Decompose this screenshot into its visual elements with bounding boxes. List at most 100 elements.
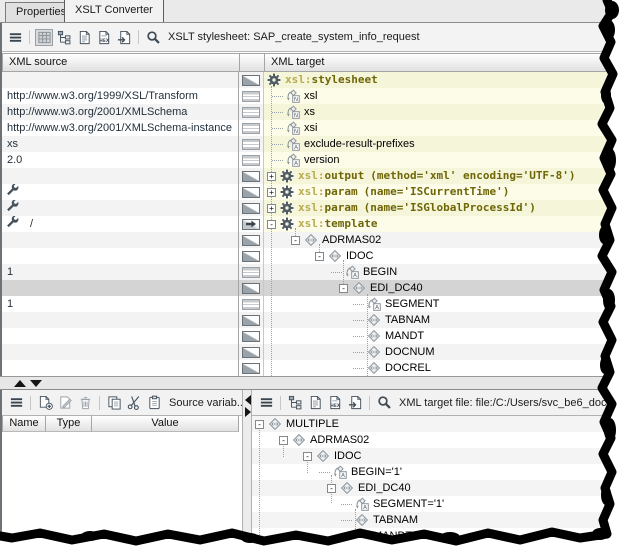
tree-node-exclude-result-prefixes[interactable]: exclude-result-prefixes bbox=[264, 136, 610, 152]
import-document-icon[interactable] bbox=[115, 29, 133, 46]
tree-node-param-iscurrenttime[interactable]: +xsl:param(name='ISCurrentTime') bbox=[264, 184, 610, 200]
paste-icon[interactable] bbox=[145, 394, 163, 411]
tab-xslt-converter[interactable]: XSLT Converter bbox=[64, 0, 164, 22]
source-row[interactable]: 1 bbox=[2, 264, 238, 280]
expander-icon[interactable]: - bbox=[255, 420, 264, 429]
source-row[interactable] bbox=[2, 312, 238, 328]
document-icon[interactable] bbox=[306, 394, 324, 411]
tree-node-xsl-ns[interactable]: xsl bbox=[264, 88, 610, 104]
tree-node-param-isglobalprocessid[interactable]: +xsl:param(name='ISGlobalProcessId') bbox=[264, 200, 610, 216]
source-row[interactable]: http://www.w3.org/1999/XSL/Transform bbox=[2, 88, 238, 104]
collapse-left-icon[interactable] bbox=[245, 395, 251, 405]
source-row[interactable] bbox=[2, 200, 238, 216]
source-column-header[interactable]: XML source bbox=[2, 53, 240, 72]
mapping-button[interactable] bbox=[242, 187, 260, 198]
source-row[interactable]: http://www.w3.org/2001/XMLSchema bbox=[2, 104, 238, 120]
tree-node-edi-dc40[interactable]: -EDI_DC40 bbox=[252, 480, 612, 496]
tree-node-docrel[interactable]: DOCREL bbox=[264, 360, 610, 376]
new-document-icon[interactable] bbox=[36, 394, 54, 411]
mapping-equals-button[interactable] bbox=[242, 139, 260, 150]
tree-node-stylesheet[interactable]: xsl:stylesheet bbox=[264, 72, 610, 88]
tree-node-begin[interactable]: BEGIN='1' bbox=[252, 464, 612, 480]
source-row[interactable]: http://www.w3.org/2001/XMLSchema-instanc… bbox=[2, 120, 238, 136]
tree-node-template[interactable]: -xsl:template bbox=[264, 216, 610, 232]
expander-icon[interactable]: + bbox=[267, 188, 276, 197]
mapping-button[interactable] bbox=[242, 251, 260, 262]
tree-node-docnum[interactable]: DOCNUM bbox=[264, 344, 610, 360]
menu-icon[interactable] bbox=[257, 394, 275, 411]
expander-icon[interactable]: - bbox=[339, 284, 348, 293]
tree-node-idoc[interactable]: -IDOC bbox=[252, 448, 612, 464]
target-column-header[interactable]: XML target bbox=[264, 53, 610, 72]
tree-node-segment[interactable]: SEGMENT bbox=[264, 296, 610, 312]
source-row[interactable]: / bbox=[2, 216, 238, 232]
search-icon[interactable] bbox=[144, 29, 162, 46]
tree-node-mandt[interactable]: MANDT bbox=[252, 528, 612, 544]
source-row[interactable] bbox=[2, 328, 238, 344]
cut-icon[interactable] bbox=[125, 394, 143, 411]
source-row[interactable] bbox=[2, 344, 238, 360]
collapse-right-icon[interactable] bbox=[245, 407, 251, 417]
mapping-button[interactable] bbox=[242, 203, 260, 214]
import-document-icon[interactable] bbox=[346, 394, 364, 411]
column-header-name[interactable]: Name bbox=[2, 416, 46, 432]
delete-icon[interactable] bbox=[76, 394, 94, 411]
horizontal-splitter[interactable] bbox=[0, 376, 612, 390]
hex-document-icon[interactable] bbox=[95, 29, 113, 46]
copy-icon[interactable] bbox=[105, 394, 123, 411]
source-row[interactable]: 1 bbox=[2, 296, 238, 312]
collapse-up-icon[interactable] bbox=[14, 380, 26, 387]
edit-icon[interactable] bbox=[56, 394, 74, 411]
source-row[interactable] bbox=[2, 232, 238, 248]
tree-node-multiple[interactable]: -MULTIPLE bbox=[252, 416, 612, 432]
tree-node-mandt[interactable]: MANDT bbox=[264, 328, 610, 344]
column-header-type[interactable]: Type bbox=[46, 416, 92, 432]
mapping-equals-button[interactable] bbox=[242, 123, 260, 134]
tree-node-edi-dc40-selected[interactable]: -EDI_DC40 bbox=[264, 280, 610, 296]
mapping-button[interactable] bbox=[242, 171, 260, 182]
mapping-arrow-button[interactable] bbox=[242, 219, 260, 230]
mapping-button[interactable] bbox=[242, 235, 260, 246]
tree-node-version[interactable]: version bbox=[264, 152, 610, 168]
tree-node-xs-ns[interactable]: xs bbox=[264, 104, 610, 120]
expander-icon[interactable]: - bbox=[315, 252, 324, 261]
source-row-selected[interactable] bbox=[2, 280, 238, 296]
source-row[interactable] bbox=[2, 184, 238, 200]
source-row[interactable]: xs bbox=[2, 136, 238, 152]
expander-icon[interactable]: + bbox=[267, 204, 276, 213]
mapping-equals-button[interactable] bbox=[242, 91, 260, 102]
mapping-equals-button[interactable] bbox=[242, 107, 260, 118]
tree-node-begin[interactable]: BEGIN bbox=[264, 264, 610, 280]
tree-node-output[interactable]: +xsl:output(method='xml' encoding='UTF-8… bbox=[264, 168, 610, 184]
collapse-down-icon[interactable] bbox=[30, 380, 42, 387]
menu-icon[interactable] bbox=[6, 29, 24, 46]
column-header-value[interactable]: Value bbox=[92, 416, 239, 432]
mapping-button[interactable] bbox=[242, 283, 260, 294]
tree-node-xsi-ns[interactable]: xsi bbox=[264, 120, 610, 136]
tree-node-adrmas02[interactable]: -ADRMAS02 bbox=[264, 232, 610, 248]
search-icon[interactable] bbox=[375, 394, 393, 411]
expander-icon[interactable]: - bbox=[327, 484, 336, 493]
menu-icon[interactable] bbox=[7, 394, 25, 411]
vertical-splitter[interactable] bbox=[242, 390, 252, 554]
tree-node-tabnam[interactable]: TABNAM bbox=[264, 312, 610, 328]
mapping-button[interactable] bbox=[242, 347, 260, 358]
mapping-button[interactable] bbox=[242, 75, 260, 86]
document-icon[interactable] bbox=[75, 29, 93, 46]
source-row[interactable] bbox=[2, 248, 238, 264]
source-row[interactable] bbox=[2, 360, 238, 376]
expander-icon[interactable]: - bbox=[267, 220, 276, 229]
tree-node-tabnam[interactable]: TABNAM bbox=[252, 512, 612, 528]
tree-view-icon[interactable] bbox=[286, 394, 304, 411]
tree-node-segment[interactable]: SEGMENT='1' bbox=[252, 496, 612, 512]
expander-icon[interactable]: + bbox=[267, 172, 276, 181]
source-row[interactable] bbox=[2, 72, 238, 88]
expander-icon[interactable]: - bbox=[303, 452, 312, 461]
grid-view-icon[interactable] bbox=[35, 29, 53, 46]
mapping-equals-button[interactable] bbox=[242, 299, 260, 310]
tree-node-idoc[interactable]: -IDOC bbox=[264, 248, 610, 264]
mapping-equals-button[interactable] bbox=[242, 267, 260, 278]
hex-document-icon[interactable] bbox=[326, 394, 344, 411]
mapping-button[interactable] bbox=[242, 331, 260, 342]
expander-icon[interactable]: - bbox=[291, 236, 300, 245]
